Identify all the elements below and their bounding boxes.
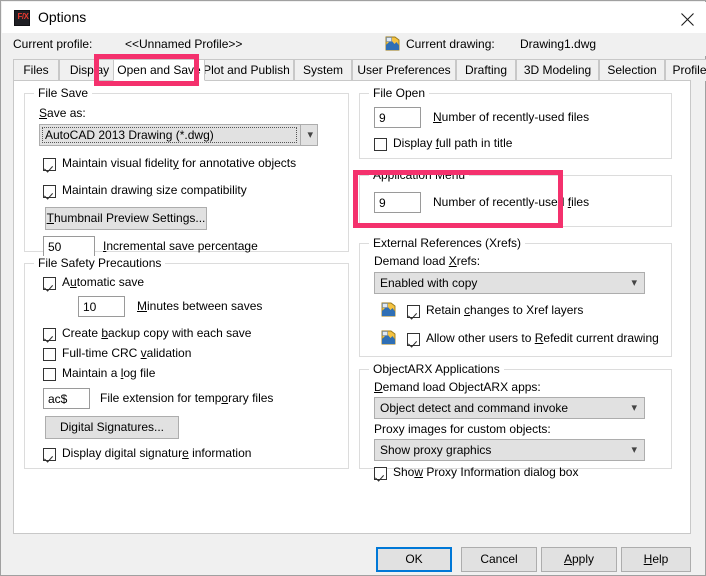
file-safety-legend: File Safety Precautions <box>34 256 166 270</box>
application-menu-group: Application Menu 9 Number of recently-us… <box>359 168 672 227</box>
xref-file-icon <box>381 302 397 317</box>
cancel-button[interactable]: Cancel <box>461 547 537 572</box>
drawing-file-icon <box>385 36 401 51</box>
save-as-label: Save as: <box>39 106 86 120</box>
digital-signatures-label: Digital Signatures... <box>59 420 165 434</box>
file-open-recent-files-label: Number of recently-used files <box>433 110 590 124</box>
temp-file-extension-label: File extension for temporary files <box>100 391 274 405</box>
maintain-visual-fidelity-label: Maintain visual fidelity for annotative … <box>62 156 297 170</box>
close-icon[interactable] <box>668 3 706 33</box>
options-dialog: F/X Options Current profile: <<Unnamed P… <box>0 0 706 576</box>
display-signature-info-label: Display digital signature information <box>62 446 252 460</box>
allow-refedit-label: Allow other users to Refedit current dra… <box>426 331 659 345</box>
profile-bar: Current profile: <<Unnamed Profile>> Cur… <box>2 33 706 56</box>
demand-load-xrefs-value: Enabled with copy <box>380 276 478 290</box>
retain-xref-changes-checkbox[interactable] <box>407 305 420 318</box>
demand-load-xrefs-label: Demand load Xrefs: <box>374 254 481 268</box>
tab-3d-modeling[interactable]: 3D Modeling <box>516 59 599 81</box>
application-menu-legend: Application Menu <box>369 168 470 182</box>
automatic-save-checkbox[interactable] <box>43 277 56 290</box>
demand-load-objectarx-label: Demand load ObjectARX apps: <box>374 380 541 394</box>
minutes-between-saves-label: Minutes between saves <box>137 299 263 313</box>
tab-system[interactable]: System <box>294 59 352 81</box>
app-menu-recent-files-label: Number of recently-used files <box>433 195 590 209</box>
objectarx-legend: ObjectARX Applications <box>369 362 504 376</box>
chevron-down-icon: ▾ <box>631 277 637 289</box>
maintain-size-compatibility-checkbox[interactable] <box>43 185 56 198</box>
display-full-path-checkbox[interactable] <box>374 138 387 151</box>
file-open-recent-files-input[interactable]: 9 <box>374 107 421 128</box>
file-open-group: File Open 9 Number of recently-used file… <box>359 86 672 159</box>
apply-button[interactable]: Apply <box>541 547 617 572</box>
tab-display[interactable]: Display <box>59 59 120 81</box>
allow-refedit-checkbox[interactable] <box>407 333 420 346</box>
proxy-images-combobox[interactable]: Show proxy graphics ▾ <box>374 439 645 461</box>
display-full-path-label: Display full path in title <box>393 136 513 150</box>
temp-file-extension-input[interactable]: ac$ <box>43 388 90 409</box>
minutes-between-saves-input[interactable]: 10 <box>78 296 125 317</box>
create-backup-copy-checkbox[interactable] <box>43 328 56 341</box>
incremental-save-input[interactable]: 50 <box>43 236 95 257</box>
demand-load-objectarx-value: Object detect and command invoke <box>380 401 569 415</box>
xref-file-icon <box>381 330 397 345</box>
crc-validation-label: Full-time CRC validation <box>62 346 192 360</box>
tab-open-and-save[interactable]: Open and Save <box>113 59 205 81</box>
display-signature-info-checkbox[interactable] <box>43 448 56 461</box>
save-as-combobox[interactable]: AutoCAD 2013 Drawing (*.dwg) <box>39 124 318 146</box>
proxy-images-label: Proxy images for custom objects: <box>374 422 551 436</box>
window-title: Options <box>38 9 87 25</box>
open-and-save-panel: File Save Save as: AutoCAD 2013 Drawing … <box>13 80 691 534</box>
file-safety-group: File Safety Precautions Automatic save 1… <box>24 256 349 469</box>
automatic-save-label: Automatic save <box>62 275 145 289</box>
tab-files[interactable]: Files <box>13 59 59 81</box>
tab-drafting[interactable]: Drafting <box>456 59 516 81</box>
chevron-down-icon: ▾ <box>631 402 637 414</box>
maintain-size-compatibility-label: Maintain drawing size compatibility <box>62 183 247 197</box>
incremental-save-label: Incremental save percentage <box>103 239 258 253</box>
file-save-group: File Save Save as: AutoCAD 2013 Drawing … <box>24 86 349 257</box>
current-drawing-label: Current drawing: <box>406 37 495 51</box>
proxy-images-value: Show proxy graphics <box>380 443 492 457</box>
maintain-log-file-checkbox[interactable] <box>43 368 56 381</box>
maintain-log-file-label: Maintain a log file <box>62 366 156 380</box>
crc-validation-checkbox[interactable] <box>43 348 56 361</box>
objectarx-group: ObjectARX Applications Demand load Objec… <box>359 362 672 480</box>
save-as-dropdown-arrow[interactable]: ▾ <box>300 124 318 146</box>
fx-logo-icon: F/X <box>14 10 30 26</box>
maintain-visual-fidelity-checkbox[interactable] <box>43 158 56 171</box>
thumbnail-preview-settings-button[interactable]: Thumbnail Preview Settings... <box>45 207 207 230</box>
file-save-legend: File Save <box>34 86 93 100</box>
digital-signatures-button[interactable]: Digital Signatures... <box>45 416 179 439</box>
current-drawing-value: Drawing1.dwg <box>520 37 597 51</box>
tab-profiles[interactable]: Profiles <box>665 59 706 81</box>
current-profile-value: <<Unnamed Profile>> <box>125 37 243 51</box>
demand-load-objectarx-combobox[interactable]: Object detect and command invoke ▾ <box>374 397 645 419</box>
tab-plot-and-publish[interactable]: Plot and Publish <box>199 59 294 81</box>
thumbnail-preview-settings-label: Thumbnail Preview Settings... <box>46 211 206 225</box>
demand-load-xrefs-combobox[interactable]: Enabled with copy ▾ <box>374 272 645 294</box>
current-profile-label: Current profile: <box>13 37 93 51</box>
help-button[interactable]: Help <box>621 547 691 572</box>
ok-button[interactable]: OK <box>376 547 452 572</box>
create-backup-copy-label: Create backup copy with each save <box>62 326 252 340</box>
chevron-down-icon: ▾ <box>631 444 637 456</box>
tab-selection[interactable]: Selection <box>599 59 665 81</box>
tab-user-preferences[interactable]: User Preferences <box>352 59 456 81</box>
file-open-legend: File Open <box>369 86 430 100</box>
show-proxy-dialog-label: Show Proxy Information dialog box <box>393 465 579 479</box>
xrefs-group: External References (Xrefs) Demand load … <box>359 236 672 357</box>
show-proxy-dialog-checkbox[interactable] <box>374 467 387 480</box>
retain-xref-changes-label: Retain changes to Xref layers <box>426 303 584 317</box>
title-bar: F/X Options <box>2 2 706 33</box>
app-menu-recent-files-input[interactable]: 9 <box>374 192 421 213</box>
xrefs-legend: External References (Xrefs) <box>369 236 526 250</box>
